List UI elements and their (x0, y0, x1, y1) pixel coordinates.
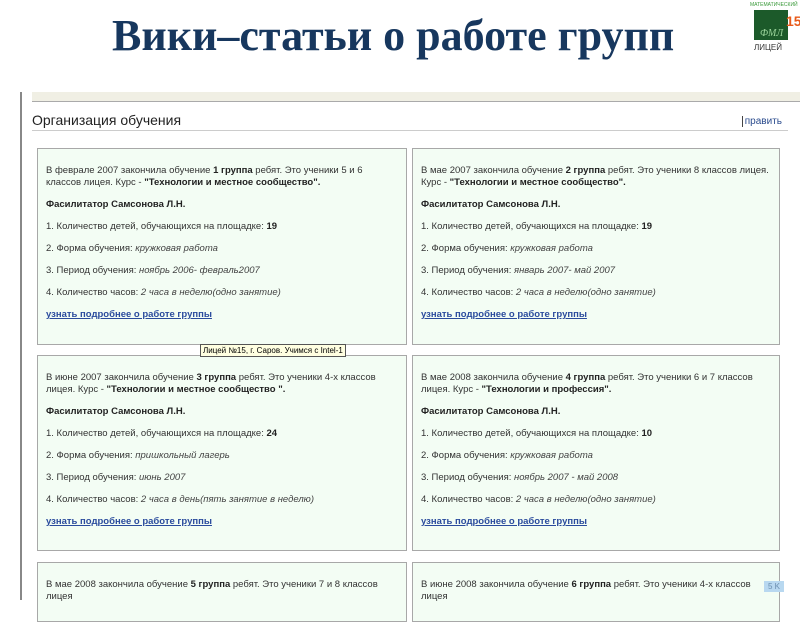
group-card: В мае 2007 закончила обучение 2 группа р… (412, 148, 780, 345)
facilitator: Фасилитатор Самсонова Л.Н. (421, 199, 561, 210)
info-line: 2. Форма обучения: кружковая работа (421, 243, 593, 254)
group-number: 5 группа (190, 579, 231, 590)
group-details-link[interactable]: узнать подробнее о работе группы (46, 309, 212, 320)
card-intro: В июне 2008 закончила обучение 6 группа … (421, 579, 751, 602)
group-card: В феврале 2007 закончила обучение 1 груп… (37, 148, 407, 345)
info-line: 3. Период обучения: январь 2007- май 200… (421, 265, 616, 276)
editor-toolbar (32, 92, 800, 102)
svg-text:МАТЕМАТИЧЕСКИЙ: МАТЕМАТИЧЕСКИЙ (750, 0, 798, 8)
info-line: 2. Форма обучения: пришкольный лагерь (46, 450, 230, 461)
info-line: 3. Период обучения: ноябрь 2007 - май 20… (421, 472, 619, 483)
facilitator: Фасилитатор Самсонова Л.Н. (46, 406, 186, 417)
group-card: В июне 2008 закончила обучение 6 группа … (412, 562, 780, 622)
group-number: 2 группа (565, 165, 606, 176)
section-heading: Организация обучения (32, 112, 788, 131)
group-number: 4 группа (565, 372, 606, 383)
group-details-link[interactable]: узнать подробнее о работе группы (421, 516, 587, 527)
course-name: "Технологии и местное сообщество". (144, 177, 321, 188)
svg-text:ФМЛ: ФМЛ (760, 28, 784, 39)
slide-title: Вики–статьи о работе групп (112, 11, 675, 60)
info-line: 1. Количество детей, обучающихся на площ… (46, 221, 278, 232)
svg-text:15: 15 (786, 13, 800, 29)
group-card: В мае 2008 закончила обучение 5 группа р… (37, 562, 407, 622)
facilitator: Фасилитатор Самсонова Л.Н. (46, 199, 186, 210)
info-line: 4. Количество часов: 2 часа в день(пять … (46, 494, 314, 505)
size-badge: 5 K (763, 581, 784, 592)
card-intro: В мае 2008 закончила обучение 5 группа р… (46, 579, 378, 602)
tooltip: Лицей №15, г. Саров. Учимся с Intel-1 (200, 344, 346, 357)
info-line: 4. Количество часов: 2 часа в неделю(одн… (46, 287, 281, 298)
lyceum-logo: МАТЕМАТИЧЕСКИЙ 15 ФМЛ ЛИЦЕЙ (750, 0, 800, 52)
course-name: "Технологии и местное сообщество". (449, 177, 626, 188)
card-intro: В феврале 2007 закончила обучение 1 груп… (46, 165, 363, 188)
card-intro: В мае 2007 закончила обучение 2 группа р… (421, 165, 769, 188)
card-intro: В мае 2008 закончила обучение 4 группа р… (421, 372, 753, 395)
group-card: В мае 2008 закончила обучение 4 группа р… (412, 355, 780, 551)
info-line: 4. Количество часов: 2 часа в неделю(одн… (421, 287, 656, 298)
group-number: 6 группа (571, 579, 612, 590)
course-name: "Технологии и местное сообщество ". (106, 384, 286, 395)
info-line: 3. Период обучения: ноябрь 2006- февраль… (46, 265, 260, 276)
info-line: 1. Количество детей, обучающихся на площ… (421, 221, 653, 232)
info-line: 3. Период обучения: июнь 2007 (46, 472, 186, 483)
info-line: 4. Количество часов: 2 часа в неделю(одн… (421, 494, 656, 505)
info-line: 1. Количество детей, обучающихся на площ… (421, 428, 653, 439)
info-line: 2. Форма обучения: кружковая работа (421, 450, 593, 461)
group-number: 1 группа (213, 165, 253, 176)
group-number: 3 группа (196, 372, 237, 383)
info-line: 1. Количество детей, обучающихся на площ… (46, 428, 278, 439)
course-name: "Технологии и профессия". (481, 384, 612, 395)
facilitator: Фасилитатор Самсонова Л.Н. (421, 406, 561, 417)
group-details-link[interactable]: узнать подробнее о работе группы (421, 309, 587, 320)
info-line: 2. Форма обучения: кружковая работа (46, 243, 218, 254)
edit-link[interactable]: править (741, 116, 782, 127)
svg-text:ЛИЦЕЙ: ЛИЦЕЙ (754, 43, 782, 52)
wiki-screenshot: Организация обучения править В феврале 2… (20, 92, 800, 622)
card-intro: В июне 2007 закончила обучение 3 группа … (46, 372, 376, 395)
group-details-link[interactable]: узнать подробнее о работе группы (46, 516, 212, 527)
group-card: В июне 2007 закончила обучение 3 группа … (37, 355, 407, 551)
